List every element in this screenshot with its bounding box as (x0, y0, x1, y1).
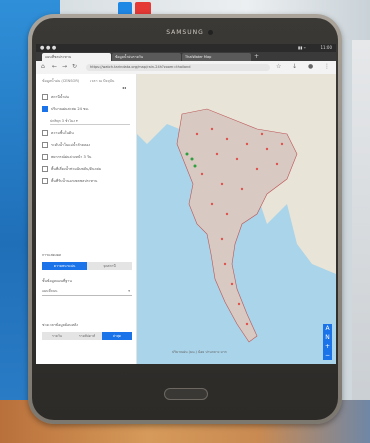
layer-label: ปริมาณฝนสะสม 24 ชม. (51, 107, 89, 111)
basemap-value: แผนที่ถนน (42, 289, 58, 293)
basemap-label: ชั้นข้อมูลแผนที่ฐาน (42, 279, 72, 283)
browser-tab-3[interactable]: ThaiWater Map (182, 53, 251, 61)
thailand-map (137, 74, 336, 364)
forward-icon[interactable]: → (62, 63, 67, 70)
address-bar: ⌂ ← → ↻ https://watch.tarindata.org/map/… (36, 61, 336, 75)
legend-color-bar (196, 358, 266, 362)
layer-item[interactable]: พื้นที่เสี่ยงน้ำท่วมฉับพลัน/ดินถล่ม (42, 166, 101, 172)
layer-label: พื้นที่รับน้ำนอกเขตชลประทาน (51, 179, 98, 183)
panel-title: ข้อมูลน้ำฝน (CENSOR) (42, 79, 80, 83)
checkbox[interactable] (42, 142, 48, 148)
checkbox[interactable] (42, 94, 48, 100)
layer-label: ระดับน้ำในแม่น้ำลำคลอง (51, 143, 91, 147)
clock: 11:00 (320, 45, 332, 50)
background-right (352, 40, 370, 420)
browser-tab-2[interactable]: ข้อมูลน้ำฝนรายวัน (112, 53, 181, 61)
basemap-select[interactable]: แผนที่ถนน ▾ (42, 288, 132, 296)
display-toggle: ความหนาแน่น จุดสถานี (42, 262, 132, 270)
interval-select[interactable]: ปกติทุก 3 ชั่วโมง ▾ (50, 118, 130, 125)
layer-item[interactable]: ระดับน้ำในแม่น้ำลำคลอง (42, 142, 90, 148)
tablet-screen: ● ● ● ▮▮ ⌁ 11:00 แผนที่ชลประทาน ข้อมูลน้… (36, 44, 336, 364)
layer-label: ความชื้นในดิน (51, 131, 74, 135)
legend-label: ปริมาณฝน (มม.) น้อย ปานกลาง มาก (172, 350, 227, 354)
layer-panel: ข้อมูลน้ำฝน (CENSOR) เวลา ณ ปัจจุบัน ◂◂ … (36, 74, 137, 364)
browser-tabstrip: แผนที่ชลประทาน ข้อมูลน้ำฝนรายวัน ThaiWat… (36, 52, 336, 61)
period-segmented: รายวัน รายสัปดาห์ ล่าสุด (42, 332, 132, 340)
north-arrow-icon[interactable]: A (323, 324, 332, 333)
map-view[interactable]: A N + − (137, 74, 336, 364)
signal-icon: ▮▮ ⌁ (297, 45, 306, 50)
layer-item[interactable]: สถานีน้ำฝน (42, 94, 69, 100)
menu-icon[interactable]: ⋮ (324, 63, 330, 70)
checkbox[interactable] (42, 130, 48, 136)
layer-item[interactable]: พยากรณ์ฝนล่วงหน้า 3 วัน (42, 154, 91, 160)
chevron-down-icon: ▾ (128, 289, 130, 293)
layer-label: พยากรณ์ฝนล่วงหน้า 3 วัน (51, 155, 92, 159)
collapse-icon[interactable]: ◂◂ (122, 85, 126, 90)
toggle-density[interactable]: ความหนาแน่น (42, 262, 87, 270)
period-label: ช่วงเวลาข้อมูลย้อนหลัง (42, 323, 78, 327)
compass-icon[interactable]: N (323, 333, 332, 342)
browser-tab-1[interactable]: แผนที่ชลประทาน (42, 53, 111, 61)
zoom-in-button[interactable]: + (323, 342, 332, 351)
front-camera (208, 30, 213, 35)
reload-icon[interactable]: ↻ (72, 63, 77, 70)
profile-icon[interactable]: ● (308, 63, 313, 70)
download-icon[interactable]: ↓ (292, 63, 297, 70)
home-icon[interactable]: ⌂ (41, 63, 45, 70)
checkbox[interactable] (42, 178, 48, 184)
star-icon[interactable]: ☆ (276, 63, 281, 70)
layer-item[interactable]: ความชื้นในดิน (42, 130, 74, 136)
toggle-stations[interactable]: จุดสถานี (87, 262, 132, 270)
segment-weekly[interactable]: รายสัปดาห์ (72, 332, 102, 340)
display-label: การแสดงผล (42, 253, 62, 257)
notification-icons: ● ● ● (40, 45, 57, 51)
layer-label: สถานีน้ำฝน (51, 95, 69, 99)
status-bar: ● ● ● ▮▮ ⌁ 11:00 (36, 44, 336, 52)
interval-value: ปกติทุก 3 ชั่วโมง (50, 119, 75, 123)
brand-logo: SAMSUNG (166, 29, 204, 36)
layer-item[interactable]: พื้นที่รับน้ำนอกเขตชลประทาน (42, 178, 97, 184)
new-tab-icon[interactable]: + (254, 53, 259, 60)
url-field[interactable]: https://watch.tarindata.org/map/rain-24h… (86, 64, 270, 71)
checkbox-checked[interactable] (42, 106, 48, 112)
back-icon[interactable]: ← (52, 63, 57, 70)
zoom-out-button[interactable]: − (323, 351, 332, 360)
checkbox[interactable] (42, 154, 48, 160)
segment-daily[interactable]: รายวัน (42, 332, 72, 340)
checkbox[interactable] (42, 166, 48, 172)
layer-label: พื้นที่เสี่ยงน้ำท่วมฉับพลัน/ดินถล่ม (51, 167, 102, 171)
segment-latest[interactable]: ล่าสุด (102, 332, 132, 340)
panel-time: เวลา ณ ปัจจุบัน (90, 79, 115, 83)
home-button[interactable] (164, 388, 208, 400)
layer-item[interactable]: ปริมาณฝนสะสม 24 ชม. (42, 106, 89, 112)
